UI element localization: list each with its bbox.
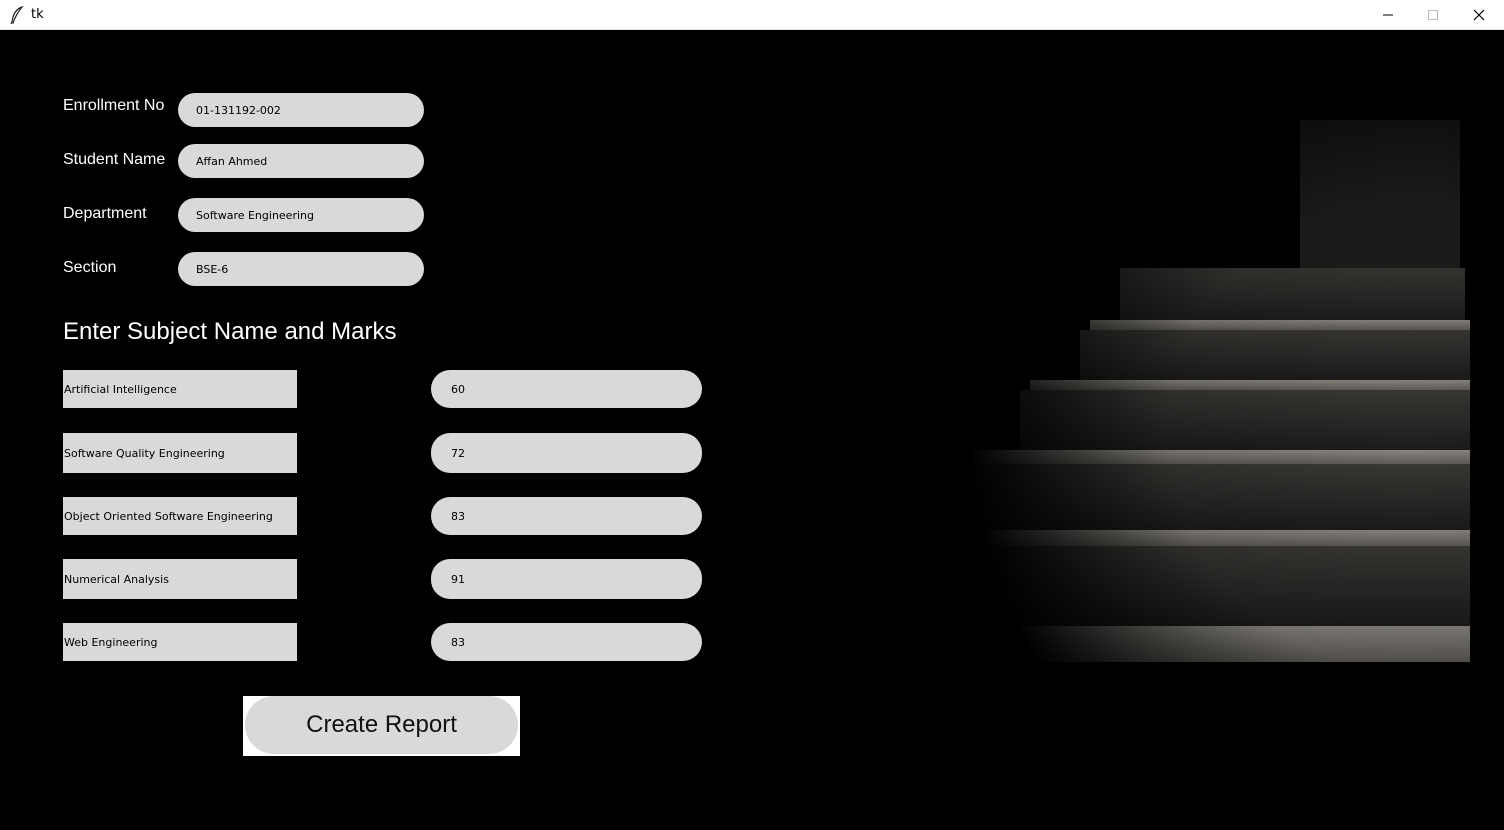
title-bar: tk (0, 0, 1504, 30)
maximize-button[interactable] (1410, 0, 1456, 30)
create-report-button[interactable]: Create Report (245, 696, 518, 754)
department-label: Department (63, 205, 147, 222)
window-title: tk (31, 7, 44, 22)
subject-name-input[interactable] (63, 623, 297, 661)
minimize-button[interactable] (1365, 0, 1411, 30)
stairs-background-image (880, 120, 1470, 690)
app-window: tk Enrollment No 01-131192-002 Student N… (0, 0, 1504, 830)
close-icon (1473, 9, 1485, 21)
subject-name-input[interactable] (63, 497, 297, 535)
section-label: Section (63, 259, 117, 276)
subject-name-input[interactable] (63, 370, 297, 408)
subject-marks-input[interactable] (431, 559, 702, 599)
subject-marks-input[interactable] (431, 433, 702, 473)
subject-marks-input[interactable] (431, 370, 702, 408)
section-input[interactable] (178, 252, 424, 286)
maximize-icon (1428, 10, 1438, 20)
enrollment-label: Enrollment No (63, 97, 165, 114)
student-name-input[interactable] (178, 144, 424, 178)
tk-feather-icon (10, 6, 24, 24)
subject-marks-input[interactable] (431, 497, 702, 535)
subject-name-input[interactable] (63, 559, 297, 599)
enrollment-input[interactable] (178, 93, 424, 127)
department-input[interactable] (178, 198, 424, 232)
create-report-frame: Create Report (243, 696, 520, 756)
student-name-label: Student Name (63, 151, 166, 168)
close-button[interactable] (1456, 0, 1502, 30)
subject-marks-input[interactable] (431, 623, 702, 661)
subjects-heading: Enter Subject Name and Marks (63, 318, 397, 345)
minimize-icon (1383, 14, 1393, 16)
subject-name-input[interactable] (63, 433, 297, 473)
